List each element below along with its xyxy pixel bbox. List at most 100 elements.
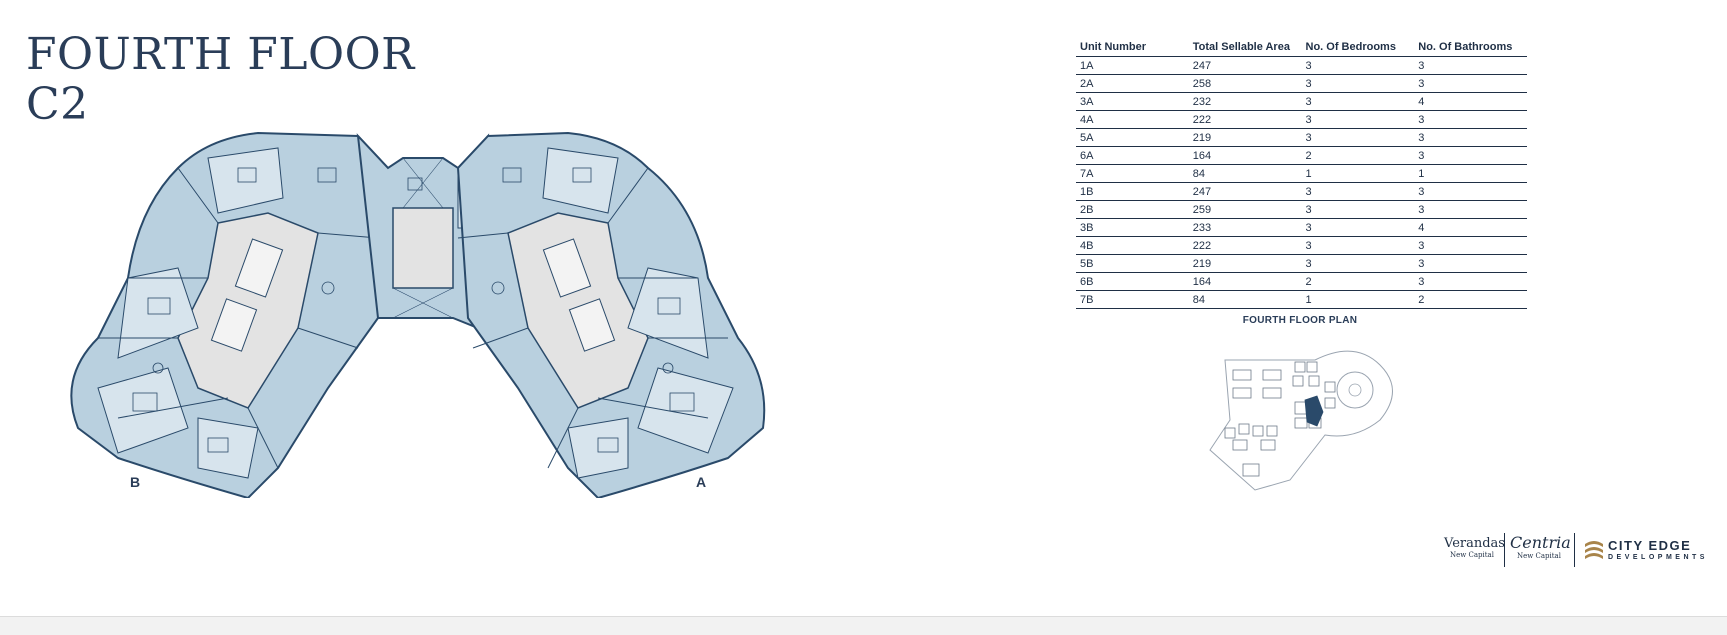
- cell-bedrooms: 3: [1301, 92, 1415, 111]
- logo-divider: [1504, 533, 1505, 567]
- city-edge-logo: CITY EDGE DEVELOPMENTS: [1582, 536, 1710, 564]
- cell-bathrooms: 3: [1414, 200, 1527, 219]
- cell-unit: 6A: [1076, 146, 1189, 165]
- title-floor: FOURTH FLOOR: [26, 29, 415, 80]
- table-row: 2B 259 3 3: [1076, 200, 1527, 219]
- cell-area: 219: [1188, 254, 1302, 273]
- cell-bathrooms: 2: [1414, 290, 1527, 309]
- cell-bathrooms: 3: [1414, 74, 1527, 93]
- verandas-subtitle: New Capital: [1450, 551, 1494, 559]
- table-row: 6B 164 2 3: [1076, 272, 1527, 291]
- cell-unit: 4A: [1076, 110, 1189, 129]
- cell-area: 84: [1188, 164, 1302, 183]
- logo-divider: [1574, 533, 1575, 567]
- header-bathrooms: No. Of Bathrooms: [1414, 38, 1527, 57]
- centre-core: [392, 207, 454, 289]
- viewer-bottom-bar: [0, 616, 1727, 635]
- centria-wordmark: Centria: [1510, 533, 1571, 552]
- cell-bedrooms: 3: [1301, 200, 1415, 219]
- cell-unit: 5A: [1076, 128, 1189, 147]
- cell-bedrooms: 3: [1301, 56, 1415, 75]
- logo-strip: Verandas New Capital Centria New Capital…: [1440, 530, 1710, 570]
- table-row: 6A 164 2 3: [1076, 146, 1527, 165]
- cell-area: 232: [1188, 92, 1302, 111]
- floor-plan-drawing: [70, 131, 766, 498]
- cell-unit: 5B: [1076, 254, 1189, 273]
- table-row: 1A 247 3 3: [1076, 56, 1527, 75]
- cell-bathrooms: 3: [1414, 110, 1527, 129]
- cell-bathrooms: 1: [1414, 164, 1527, 183]
- table-row: 3B 233 3 4: [1076, 218, 1527, 237]
- cell-unit: 2A: [1076, 74, 1189, 93]
- cell-bedrooms: 3: [1301, 74, 1415, 93]
- cell-area: 164: [1188, 272, 1302, 291]
- cell-bathrooms: 3: [1414, 272, 1527, 291]
- table-row: 2A 258 3 3: [1076, 74, 1527, 93]
- cell-bathrooms: 3: [1414, 56, 1527, 75]
- cell-bathrooms: 3: [1414, 182, 1527, 201]
- cell-bedrooms: 3: [1301, 110, 1415, 129]
- cell-unit: 1B: [1076, 182, 1189, 201]
- verandas-logo: Verandas New Capital: [1444, 536, 1505, 559]
- table-header-row: Unit Number Total Sellable Area No. Of B…: [1076, 38, 1527, 57]
- cell-unit: 7A: [1076, 164, 1189, 183]
- cell-bathrooms: 3: [1414, 146, 1527, 165]
- cell-unit: 3B: [1076, 218, 1189, 237]
- header-unit-number: Unit Number: [1076, 38, 1189, 57]
- centria-logo: Centria New Capital: [1510, 533, 1571, 560]
- cell-bedrooms: 3: [1301, 254, 1415, 273]
- verandas-wordmark: Verandas: [1444, 536, 1505, 551]
- cell-unit: 4B: [1076, 236, 1189, 255]
- city-edge-tagline: DEVELOPMENTS: [1608, 554, 1708, 561]
- page-title: FOURTH FLOOR C2: [26, 30, 415, 130]
- cell-bathrooms: 4: [1414, 218, 1527, 237]
- header-bedrooms: No. Of Bedrooms: [1301, 38, 1415, 57]
- cell-area: 222: [1188, 236, 1302, 255]
- table-row: 7A 84 1 1: [1076, 164, 1527, 183]
- key-plan-title: FOURTH FLOOR PLAN: [1242, 315, 1358, 326]
- cell-bathrooms: 3: [1414, 128, 1527, 147]
- cell-area: 219: [1188, 128, 1302, 147]
- cell-area: 247: [1188, 56, 1302, 75]
- table-row: 3A 232 3 4: [1076, 92, 1527, 111]
- centria-subtitle: New Capital: [1517, 552, 1561, 560]
- units-table: Unit Number Total Sellable Area No. Of B…: [1076, 38, 1527, 309]
- key-plan-map: [1209, 350, 1393, 491]
- wing-a: [456, 131, 766, 498]
- cell-bedrooms: 3: [1301, 218, 1415, 237]
- cell-bedrooms: 1: [1301, 164, 1415, 183]
- cell-bedrooms: 3: [1301, 182, 1415, 201]
- table-row: 4B 222 3 3: [1076, 236, 1527, 255]
- cell-area: 259: [1188, 200, 1302, 219]
- city-edge-wordmark: CITY EDGE: [1608, 538, 1692, 553]
- cell-bedrooms: 2: [1301, 272, 1415, 291]
- cell-area: 233: [1188, 218, 1302, 237]
- wing-label-b: B: [130, 474, 141, 490]
- cell-bathrooms: 3: [1414, 254, 1527, 273]
- key-plan-roundabout: [1336, 371, 1374, 409]
- city-edge-mark-icon: [1585, 541, 1603, 559]
- wing-label-a: A: [696, 474, 707, 490]
- cell-area: 222: [1188, 110, 1302, 129]
- cell-area: 258: [1188, 74, 1302, 93]
- cell-unit: 3A: [1076, 92, 1189, 111]
- cell-area: 247: [1188, 182, 1302, 201]
- cell-unit: 6B: [1076, 272, 1189, 291]
- table-row: 7B 84 1 2: [1076, 290, 1527, 309]
- brochure-page: FOURTH FLOOR C2 B A Unit Number Total Se…: [0, 0, 1727, 616]
- cell-bedrooms: 1: [1301, 290, 1415, 309]
- wing-b: [70, 131, 390, 498]
- title-building: C2: [26, 79, 89, 130]
- table-row: 4A 222 3 3: [1076, 110, 1527, 129]
- table-row: 5B 219 3 3: [1076, 254, 1527, 273]
- cell-bathrooms: 3: [1414, 236, 1527, 255]
- cell-area: 84: [1188, 290, 1302, 309]
- cell-bedrooms: 3: [1301, 128, 1415, 147]
- header-sellable-area: Total Sellable Area: [1188, 38, 1302, 57]
- cell-unit: 7B: [1076, 290, 1189, 309]
- cell-unit: 2B: [1076, 200, 1189, 219]
- table-row: 5A 219 3 3: [1076, 128, 1527, 147]
- cell-bathrooms: 4: [1414, 92, 1527, 111]
- cell-area: 164: [1188, 146, 1302, 165]
- cell-unit: 1A: [1076, 56, 1189, 75]
